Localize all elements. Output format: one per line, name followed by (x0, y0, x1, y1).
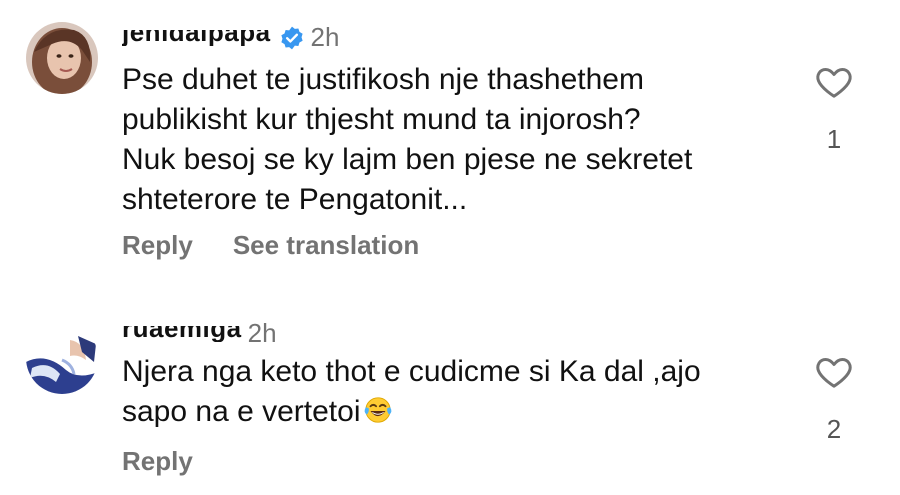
comment-text-line: sapo na e vertetoi (122, 392, 701, 432)
comment-text: Njera nga keto thot e cudicme si Ka dal … (122, 352, 701, 432)
comment-username[interactable]: ruaemiga (122, 326, 242, 342)
comment-item: jehidalpapa 2h Pse duhet te justifikosh … (0, 0, 900, 280)
comment-text-line-content: sapo na e vertetoi (122, 395, 361, 428)
reply-button[interactable]: Reply (122, 446, 193, 477)
reply-button[interactable]: Reply (122, 230, 193, 261)
face-with-tears-of-joy-icon (364, 397, 391, 423)
like-count: 2 (826, 414, 842, 444)
comment-text-line: Nuk besoj se ky lajm ben pjese ne sekret… (122, 143, 693, 176)
comment-text-line: Pse duhet te justifikosh nje thashethem (122, 63, 644, 96)
comment-text-line: publikisht kur thjesht mund ta injorosh? (122, 103, 641, 136)
comment-item: ruaemiga 2h Njera nga keto thot e cudicm… (0, 300, 900, 495)
comment-timestamp: 2h (247, 318, 277, 348)
heart-icon[interactable] (814, 62, 854, 102)
heart-icon[interactable] (814, 352, 854, 392)
verified-badge-icon (280, 26, 303, 49)
comment-text: Pse duhet te justifikosh nje thashethem … (122, 60, 692, 220)
like-count: 1 (826, 124, 842, 154)
avatar[interactable] (26, 22, 98, 94)
see-translation-button[interactable]: See translation (233, 230, 419, 261)
avatar[interactable] (26, 322, 98, 394)
avatar-image (26, 22, 98, 94)
avatar-image (26, 322, 98, 394)
comment-text-line: shteterore te Pengatonit... (122, 183, 468, 216)
comment-timestamp: 2h (310, 22, 340, 52)
comment-username[interactable]: jehidalpapa (122, 30, 271, 46)
comment-text-line: Njera nga keto thot e cudicme si Ka dal … (122, 355, 701, 388)
